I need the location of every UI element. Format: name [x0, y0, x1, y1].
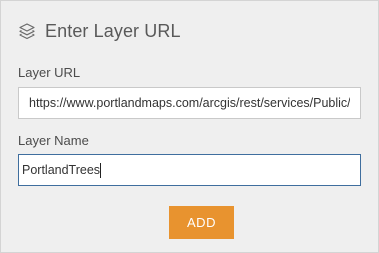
layer-url-input[interactable] — [18, 87, 361, 119]
layers-icon — [18, 22, 36, 40]
layer-url-label: Layer URL — [18, 65, 81, 80]
dialog-title: Enter Layer URL — [45, 20, 181, 41]
add-button[interactable]: ADD — [169, 206, 234, 239]
enter-layer-url-panel: Enter Layer URL Layer URL Layer Name Por… — [0, 0, 379, 253]
layer-name-input[interactable]: PortlandTrees — [18, 154, 361, 186]
layer-name-label: Layer Name — [18, 133, 89, 148]
layer-name-value: PortlandTrees — [22, 163, 101, 177]
text-caret — [100, 162, 102, 178]
dialog-header: Enter Layer URL — [18, 19, 181, 43]
